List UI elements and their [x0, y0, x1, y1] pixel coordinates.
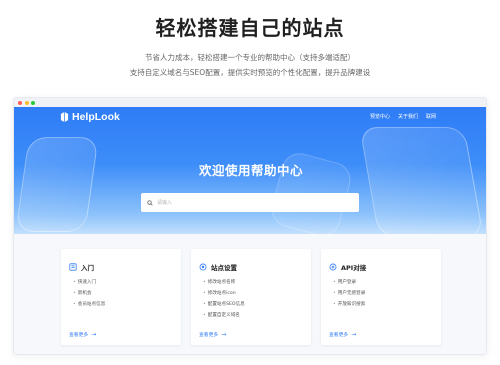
browser-window: HelpLook 预览中心 关于我们 联网 欢迎使用帮助中心 请输入 入门 • …	[13, 97, 487, 355]
arrow-right-icon: →	[221, 331, 227, 338]
card-link[interactable]: 修改站点icon	[203, 288, 245, 299]
card-title: 入门	[81, 264, 94, 272]
arrow-right-icon: →	[91, 331, 97, 338]
decorative-glass-shape	[359, 127, 484, 234]
view-more-link[interactable]: 查看更多 →	[199, 331, 226, 338]
arrow-right-icon: →	[351, 331, 357, 338]
card-link[interactable]: 快速入门	[73, 277, 105, 288]
browser-chrome	[14, 98, 486, 107]
card-title: API对接	[341, 264, 367, 272]
window-maximize-dot[interactable]	[31, 100, 35, 105]
page-headline: 轻松搭建自己的站点	[155, 16, 345, 40]
book-icon	[69, 263, 77, 271]
nav-item-contact[interactable]: 联网	[426, 113, 436, 120]
card-link[interactable]: 修改站点名称	[203, 277, 245, 288]
search-icon	[147, 199, 153, 206]
nav-item-about[interactable]: 关于我们	[398, 113, 418, 120]
view-more-label: 查看更多	[329, 333, 349, 338]
card-api[interactable]: API对接 用户登录 用户无感登录 开放知识搜索 查看更多 →	[321, 249, 441, 345]
card-link[interactable]: 配置站点SEO信息	[203, 299, 245, 310]
decorative-glass-shape	[15, 137, 99, 232]
settings-icon	[199, 263, 207, 271]
card-link[interactable]: 用户登录	[333, 277, 365, 288]
hero-banner: HelpLook 预览中心 关于我们 联网 欢迎使用帮助中心 请输入	[14, 107, 486, 234]
logo-text: HelpLook	[72, 111, 120, 123]
window-close-dot[interactable]	[18, 100, 22, 105]
search-box[interactable]: 请输入	[141, 193, 359, 212]
card-getting-started[interactable]: 入门 快速入门 新机会 会员站点信息 查看更多 →	[61, 249, 181, 345]
logo[interactable]: HelpLook	[60, 111, 120, 123]
view-more-link[interactable]: 查看更多 →	[69, 331, 96, 338]
nav-links: 预览中心 关于我们 联网	[370, 113, 436, 120]
top-nav: HelpLook 预览中心 关于我们 联网	[14, 107, 486, 127]
window-minimize-dot[interactable]	[24, 100, 29, 105]
subtitle-line-1: 节省人力成本，轻松搭建一个专业的帮助中心（支持多端适配）	[145, 53, 355, 62]
search-input[interactable]: 请输入	[157, 199, 172, 206]
card-link-list: 快速入门 新机会 会员站点信息	[73, 277, 106, 310]
logo-mark-icon	[60, 112, 69, 122]
card-link-list: 修改站点名称 修改站点icon 配置站点SEO信息 配置自定义域名	[203, 277, 245, 321]
hero-title: 欢迎使用帮助中心	[198, 163, 303, 178]
card-header: 站点设置	[199, 262, 237, 272]
card-header: API对接	[329, 262, 366, 272]
view-more-label: 查看更多	[199, 333, 219, 338]
card-header: 入门	[69, 262, 94, 272]
card-site-settings[interactable]: 站点设置 修改站点名称 修改站点icon 配置站点SEO信息 配置自定义域名 查…	[191, 249, 311, 345]
card-title: 站点设置	[211, 264, 237, 272]
card-link[interactable]: 配置自定义域名	[203, 310, 245, 321]
card-link-list: 用户登录 用户无感登录 开放知识搜索	[333, 277, 366, 310]
view-more-label: 查看更多	[69, 333, 89, 338]
card-link[interactable]: 用户无感登录	[333, 288, 366, 299]
card-link[interactable]: 开放知识搜索	[333, 299, 366, 310]
card-link[interactable]: 新机会	[73, 288, 105, 299]
card-link[interactable]: 会员站点信息	[73, 299, 106, 310]
api-icon	[329, 263, 337, 271]
view-more-link[interactable]: 查看更多 →	[329, 331, 356, 338]
nav-item-preview[interactable]: 预览中心	[370, 113, 390, 120]
subtitle-line-2: 支持自定义域名与SEO配置，提供实时预览的个性化配置，提升品牌建设	[129, 68, 371, 77]
card-section: 入门 快速入门 新机会 会员站点信息 查看更多 → 站点设置 修	[14, 234, 486, 354]
